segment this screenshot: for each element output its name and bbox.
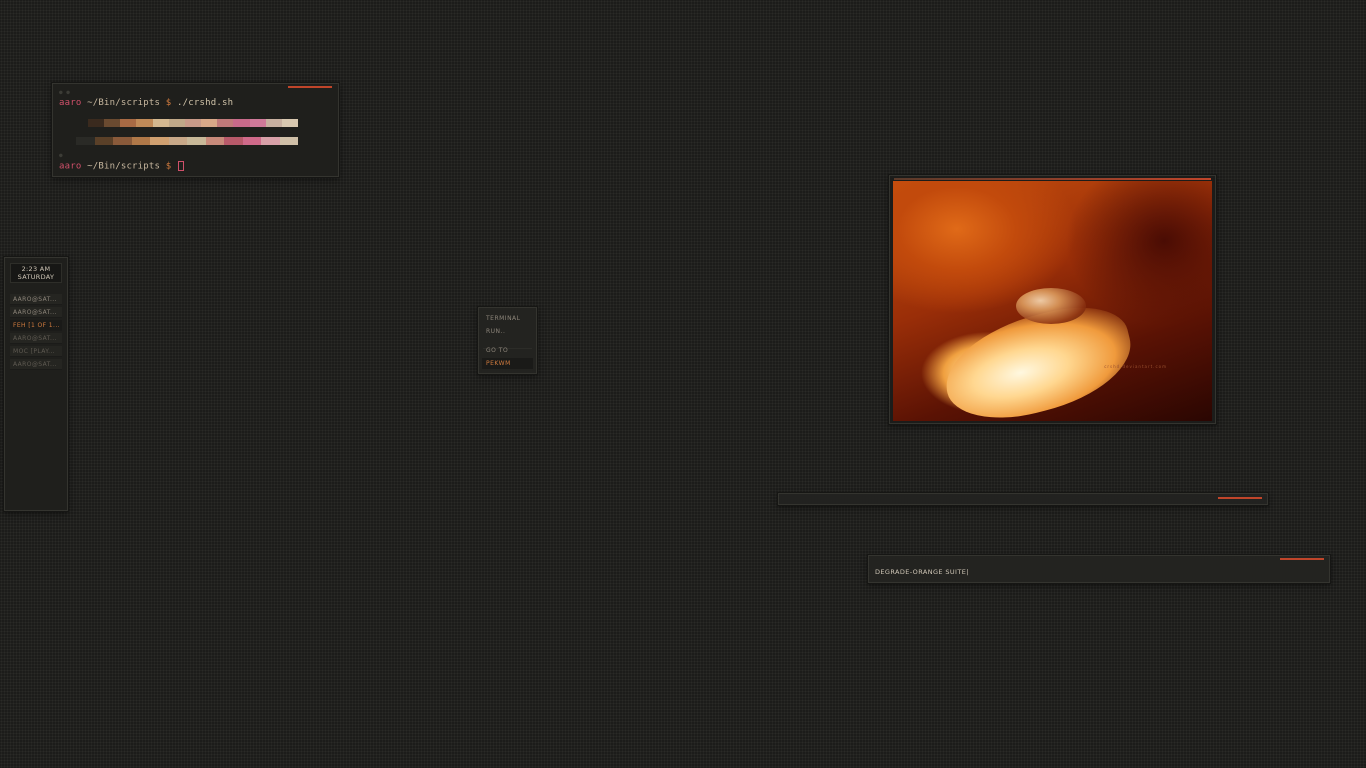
palette-swatch — [150, 137, 169, 145]
terminal-prompt-symbol: $ — [165, 98, 172, 108]
terminal-command: ./crshd.sh — [177, 98, 234, 108]
palette-swatch — [233, 119, 250, 127]
menu-item-run[interactable]: RUN.. — [482, 326, 533, 337]
terminal-prompt-line[interactable]: aaro ~/Bin/scripts $ — [59, 161, 185, 172]
palette-swatch — [88, 119, 105, 127]
photo-watermark: crshd.deviantart.com — [1104, 364, 1167, 369]
menu-item-terminal[interactable]: TERMINAL — [482, 313, 533, 324]
palette-swatch — [94, 137, 113, 145]
photo-water-drop — [1016, 288, 1086, 324]
palette-swatch — [76, 137, 95, 145]
window-accent-bar — [288, 86, 332, 88]
run-dialog-window[interactable]: DEGRADE-ORANGE SUITE| — [868, 555, 1330, 583]
task-item-terminal-3[interactable]: AARO@SAT... — [10, 333, 62, 344]
terminal-faint-text-2: ● — [59, 152, 63, 159]
palette-swatch — [265, 119, 282, 127]
palette-swatch — [113, 137, 132, 145]
clock-widget: 2:23 AM SATURDAY — [10, 263, 62, 283]
color-palette-top — [88, 119, 299, 127]
color-palette-bottom — [76, 137, 298, 145]
palette-swatch — [152, 119, 169, 127]
status-bar-window[interactable] — [778, 493, 1268, 505]
palette-swatch — [281, 119, 299, 127]
task-item-terminal-2[interactable]: AARO@SAT... — [10, 307, 62, 318]
terminal-command-line: aaro ~/Bin/scripts $ ./crshd.sh — [59, 98, 233, 108]
palette-swatch — [217, 119, 234, 127]
terminal-cursor — [178, 161, 185, 171]
terminal-path: ~/Bin/scripts — [87, 98, 161, 108]
terminal-faint-text: ● ● — [59, 89, 70, 96]
palette-swatch — [242, 137, 261, 145]
palette-swatch — [120, 119, 137, 127]
palette-swatch — [224, 137, 243, 145]
terminal-user: aaro — [59, 98, 82, 108]
palette-swatch — [136, 119, 153, 127]
terminal-prompt-symbol-2: $ — [165, 161, 172, 172]
palette-swatch — [261, 137, 280, 145]
menu-item-go-to[interactable]: GO TO — [482, 345, 533, 356]
terminal-window[interactable]: ● ● aaro ~/Bin/scripts $ ./crshd.sh ● aa… — [52, 83, 339, 177]
clock-day: SATURDAY — [17, 272, 55, 281]
task-item-terminal-1[interactable]: AARO@SAT... — [10, 294, 62, 305]
palette-swatch — [104, 119, 121, 127]
task-item-terminal-4[interactable]: AARO@SAT... — [10, 359, 62, 370]
taskbar-panel: 2:23 AM SATURDAY AARO@SAT... AARO@SAT...… — [4, 257, 68, 511]
palette-swatch — [205, 137, 224, 145]
terminal-path-2: ~/Bin/scripts — [87, 161, 161, 172]
palette-swatch — [168, 137, 187, 145]
task-item-feh[interactable]: FEH [1 OF 1... — [10, 320, 62, 331]
palette-swatch — [279, 137, 298, 145]
window-accent-bar — [894, 178, 1211, 180]
root-menu: TERMINAL RUN.. GO TO PEKWM — [478, 307, 537, 374]
window-accent-bar — [1218, 497, 1262, 499]
terminal-user-2: aaro — [59, 161, 82, 172]
image-viewer-window[interactable]: crshd.deviantart.com — [889, 175, 1216, 424]
palette-swatch — [168, 119, 185, 127]
palette-swatch — [201, 119, 218, 127]
flower-photo: crshd.deviantart.com — [893, 181, 1212, 421]
menu-item-pekwm[interactable]: PEKWM — [482, 358, 533, 369]
palette-swatch — [187, 137, 206, 145]
palette-swatch — [131, 137, 150, 145]
window-accent-bar — [1280, 558, 1324, 560]
run-dialog-input[interactable]: DEGRADE-ORANGE SUITE| — [875, 568, 969, 576]
palette-swatch — [249, 119, 266, 127]
palette-swatch — [184, 119, 202, 127]
task-item-moc[interactable]: MOC [PLAY... — [10, 346, 62, 357]
